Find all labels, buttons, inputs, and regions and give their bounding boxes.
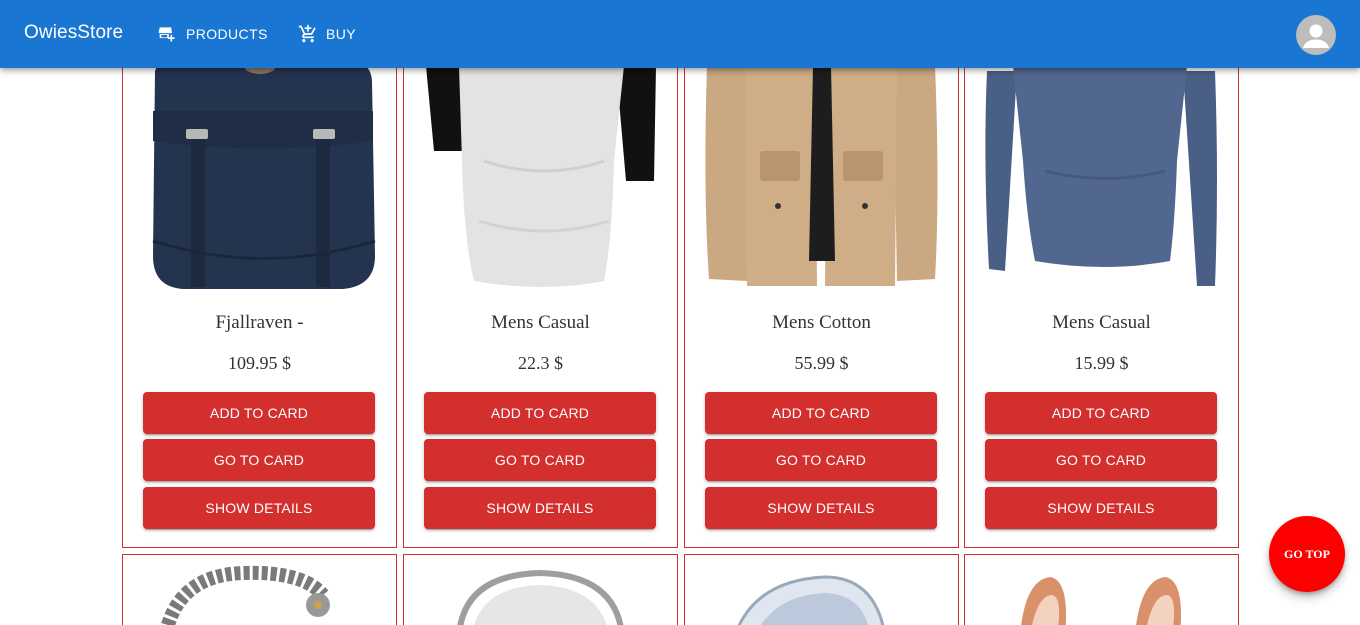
- product-price: 109.95 $: [228, 353, 291, 373]
- go-to-card-button[interactable]: GO TO CARD: [424, 439, 656, 481]
- product-title: Mens Casual: [1052, 312, 1151, 333]
- product-image-backpack[interactable]: [123, 41, 396, 296]
- product-image-diamond-ring[interactable]: [685, 555, 958, 625]
- cart-add-icon: [298, 24, 316, 43]
- nav-buy-button[interactable]: BUY: [298, 22, 356, 46]
- product-card: [122, 554, 397, 625]
- backpack-image: [123, 41, 396, 296]
- product-card: [964, 554, 1239, 625]
- tshirt-image: [404, 41, 677, 296]
- product-card: Mens Casual 22.3 $ ADD TO CARD GO TO CAR…: [403, 40, 678, 548]
- product-title: Mens Casual: [491, 312, 590, 333]
- product-image-earrings[interactable]: [965, 555, 1238, 625]
- product-card: [684, 554, 959, 625]
- add-to-card-button[interactable]: ADD TO CARD: [143, 392, 375, 434]
- show-details-button[interactable]: SHOW DETAILS: [424, 487, 656, 529]
- bracelet-image: [123, 555, 396, 625]
- add-to-card-button[interactable]: ADD TO CARD: [985, 392, 1217, 434]
- nav-products-button[interactable]: PRODUCTS: [158, 22, 268, 46]
- diamond-ring-image: [685, 555, 958, 625]
- product-image-longsleeve[interactable]: [965, 41, 1238, 296]
- go-to-card-button[interactable]: GO TO CARD: [985, 439, 1217, 481]
- ring-image: [404, 555, 677, 625]
- product-price: 15.99 $: [1074, 353, 1129, 373]
- user-avatar[interactable]: [1296, 15, 1336, 55]
- brand-logo[interactable]: OwiesStore: [24, 22, 123, 44]
- product-price: 55.99 $: [794, 353, 849, 373]
- go-to-card-button[interactable]: GO TO CARD: [705, 439, 937, 481]
- nav-buy-label: BUY: [326, 26, 356, 42]
- product-card: Mens Casual 15.99 $ ADD TO CARD GO TO CA…: [964, 40, 1239, 548]
- store-add-icon: [158, 27, 175, 42]
- product-card: [403, 554, 678, 625]
- product-title: Mens Cotton: [772, 312, 871, 333]
- longsleeve-image: [965, 41, 1238, 296]
- product-image-bracelet[interactable]: [123, 555, 396, 625]
- product-image-jacket[interactable]: [685, 41, 958, 296]
- earrings-image: [965, 555, 1238, 625]
- product-image-ring[interactable]: [404, 555, 677, 625]
- show-details-button[interactable]: SHOW DETAILS: [143, 487, 375, 529]
- product-price: 22.3 $: [518, 353, 563, 373]
- show-details-button[interactable]: SHOW DETAILS: [985, 487, 1217, 529]
- account-icon: [1303, 24, 1329, 48]
- app-bar: OwiesStore PRODUCTS BUY: [0, 0, 1360, 68]
- go-to-card-button[interactable]: GO TO CARD: [143, 439, 375, 481]
- product-card: Mens Cotton 55.99 $ ADD TO CARD GO TO CA…: [684, 40, 959, 548]
- product-image-tshirt[interactable]: [404, 41, 677, 296]
- product-card: Fjallraven - 109.95 $ ADD TO CARD GO TO …: [122, 40, 397, 548]
- add-to-card-button[interactable]: ADD TO CARD: [705, 392, 937, 434]
- nav-products-label: PRODUCTS: [186, 26, 268, 42]
- go-top-button[interactable]: GO TOP: [1269, 516, 1345, 592]
- product-title: Fjallraven -: [215, 312, 304, 333]
- jacket-image: [685, 41, 958, 296]
- add-to-card-button[interactable]: ADD TO CARD: [424, 392, 656, 434]
- show-details-button[interactable]: SHOW DETAILS: [705, 487, 937, 529]
